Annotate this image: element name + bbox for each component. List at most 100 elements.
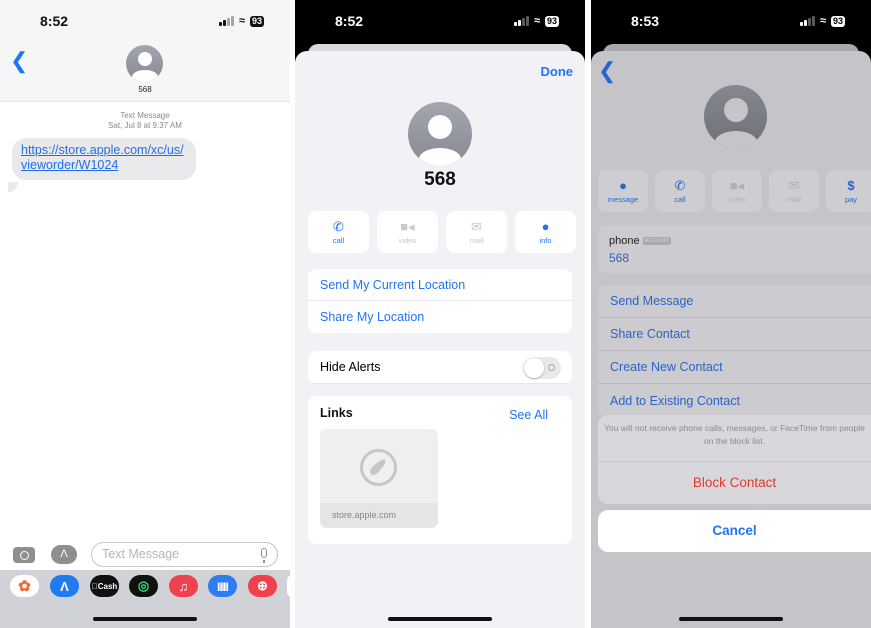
share-location-row[interactable]: Share My Location	[308, 301, 572, 333]
status-time: 8:53	[631, 13, 660, 29]
phone-icon: ✆	[333, 218, 344, 234]
phone-number[interactable]: 568	[609, 251, 629, 265]
contact-avatar	[408, 102, 472, 166]
links-group: Links See All store.apple.com	[308, 396, 572, 544]
create-new-contact-row[interactable]: Create New Contact	[598, 351, 871, 384]
phone-group: phone RECENT 568	[598, 225, 871, 273]
status-time: 8:52	[40, 13, 69, 29]
block-contact-button[interactable]: Block Contact	[598, 462, 871, 504]
phone-label-text: phone	[609, 235, 640, 247]
home-indicator[interactable]	[93, 617, 197, 621]
done-button[interactable]: Done	[541, 64, 574, 79]
avatar-body	[131, 70, 158, 82]
contact-info-screen: 8:53 ≈ 93 ❮ ● message ✆ call ■◂ video ✉ …	[591, 0, 871, 628]
back-chevron-icon[interactable]: ❮	[598, 60, 616, 82]
video-button[interactable]: ■◂ video	[712, 170, 762, 212]
contact-name[interactable]: 568	[0, 85, 290, 94]
bubble-tail	[8, 182, 18, 192]
send-message-row[interactable]: Send Message	[598, 285, 871, 318]
pay-button[interactable]: $ pay	[826, 170, 871, 212]
avatar-body	[419, 148, 461, 166]
message-input[interactable]: Text Message	[91, 542, 278, 567]
message-button[interactable]: ● message	[598, 170, 648, 212]
details-sheet: Done 568 ✆ call ■◂ video ✉ mail ● info S…	[295, 51, 585, 628]
send-current-location-row[interactable]: Send My Current Location	[308, 269, 572, 301]
screenshot-triptych: 8:52 ≈ 93 ❮ 568 Text Message Sat, Jul 8 …	[0, 0, 871, 628]
music-app-icon[interactable]: ♫	[169, 575, 198, 597]
cellular-signal-icon	[514, 16, 529, 26]
location-group: Send My Current Location Share My Locati…	[308, 269, 572, 333]
video-label: video	[398, 235, 417, 245]
video-button[interactable]: ■◂ video	[377, 211, 438, 253]
call-button[interactable]: ✆ call	[655, 170, 705, 212]
audio-message-app-icon[interactable]: |||||||	[208, 575, 237, 597]
action-sheet-message: You will not receive phone calls, messag…	[604, 423, 865, 446]
more-apps-icon[interactable]	[287, 575, 290, 597]
recent-badge: RECENT	[642, 237, 672, 245]
app-store-app-icon[interactable]: Λ	[50, 575, 79, 597]
photos-app-icon[interactable]: ✿	[10, 575, 39, 597]
message-input-placeholder: Text Message	[102, 547, 180, 561]
home-indicator[interactable]	[388, 617, 492, 621]
microphone-icon[interactable]	[261, 548, 267, 563]
mail-icon: ✉	[788, 177, 800, 193]
link-preview-card[interactable]: store.apple.com	[320, 429, 438, 528]
app-store-icon[interactable]: Λ	[51, 545, 77, 564]
contact-name: 568	[424, 169, 456, 190]
video-icon: ■◂	[729, 177, 745, 193]
fitness-app-icon[interactable]: ◎	[129, 575, 158, 597]
phone-label: phone RECENT	[609, 235, 672, 247]
quick-actions: ✆ call ■◂ video ✉ mail ● info	[308, 211, 576, 253]
info-button[interactable]: ● info	[515, 211, 576, 253]
mail-button[interactable]: ✉ mail	[446, 211, 507, 253]
message-link[interactable]: https://store.apple.com/xc/us/vieworder/…	[21, 143, 184, 172]
video-label: video	[728, 194, 746, 204]
pay-label: pay	[844, 194, 858, 204]
contact-avatar	[704, 85, 767, 148]
contact-actions-group: Send Message Share Contact Create New Co…	[598, 285, 871, 417]
call-button[interactable]: ✆ call	[308, 211, 369, 253]
video-icon: ■◂	[400, 218, 415, 234]
toggle-off-indicator	[548, 364, 555, 371]
phone-icon: ✆	[674, 177, 686, 193]
battery-icon: 93	[544, 15, 559, 27]
safari-compass-icon	[360, 449, 397, 486]
mail-label: mail	[469, 235, 484, 245]
hide-alerts-group: Hide Alerts	[308, 351, 572, 384]
mail-button[interactable]: ✉ mail	[769, 170, 819, 212]
message-icon: ●	[619, 177, 627, 193]
apple-cash-app-icon[interactable]: Cash	[90, 575, 119, 597]
status-bar: 8:52 ≈ 93	[295, 0, 585, 42]
info-person-icon: ●	[541, 218, 550, 234]
avatar-head	[137, 52, 152, 66]
add-to-existing-contact-row[interactable]: Add to Existing Contact	[598, 384, 871, 417]
links-title: Links	[320, 406, 353, 420]
contact-avatar[interactable]	[126, 45, 163, 82]
conversation-details-screen: 8:52 ≈ 93 Done 568 ✆ call ■◂ video ✉ mai…	[295, 0, 585, 628]
dollar-icon: $	[847, 177, 855, 193]
battery-icon: 93	[249, 15, 264, 27]
hide-alerts-toggle[interactable]	[523, 357, 561, 379]
avatar-head	[428, 115, 452, 139]
status-bar: 8:52 ≈ 93	[0, 0, 290, 42]
message-date: Sat, Jul 8 at 9:37 AM	[108, 121, 182, 130]
home-indicator[interactable]	[679, 617, 783, 621]
wifi-icon: ≈	[819, 15, 826, 27]
cancel-button[interactable]: Cancel	[598, 510, 871, 552]
battery-icon: 93	[830, 15, 845, 27]
image-search-app-icon[interactable]: ⊕	[248, 575, 277, 597]
see-all-links-button[interactable]: See All	[509, 408, 548, 422]
app-drawer: ✿ Λ Cash ◎ ♫ ||||||| ⊕	[0, 570, 290, 628]
share-contact-row[interactable]: Share Contact	[598, 318, 871, 351]
message-timestamp: Text Message Sat, Jul 8 at 9:37 AM	[0, 111, 290, 131]
link-domain: store.apple.com	[320, 503, 438, 528]
camera-icon[interactable]	[13, 547, 35, 563]
wifi-icon: ≈	[238, 15, 245, 27]
status-time: 8:52	[335, 13, 364, 29]
message-service: Text Message	[120, 111, 170, 120]
cellular-signal-icon	[800, 16, 815, 26]
call-label: call	[332, 235, 345, 245]
avatar-head	[724, 98, 748, 122]
mail-label: mail	[787, 194, 801, 204]
back-chevron-icon[interactable]: ❮	[10, 50, 28, 72]
